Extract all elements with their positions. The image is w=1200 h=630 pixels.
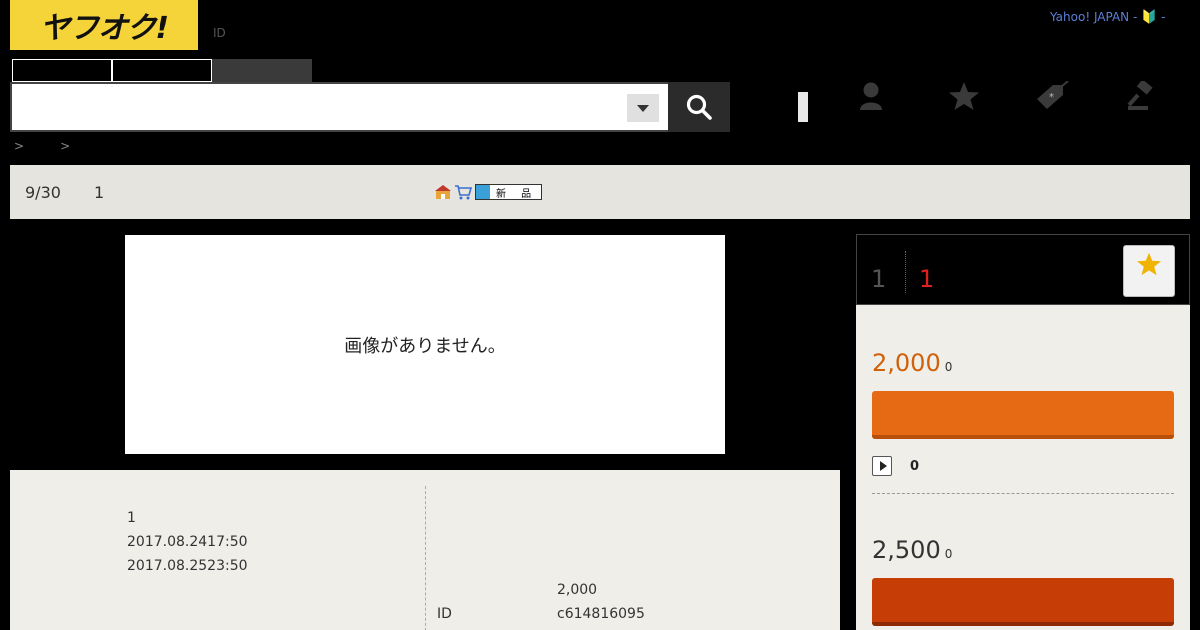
search-tab-3[interactable] [212, 59, 312, 82]
breadcrumb-separator: > [14, 139, 25, 153]
yahoo-japan-link[interactable]: Yahoo! JAPAN - 🔰 - [1050, 10, 1165, 25]
beginner-mark-icon: 🔰 [1141, 10, 1158, 25]
bid-panel-header: 1 1 [856, 234, 1190, 305]
search-tab-2[interactable] [112, 59, 212, 82]
buyout-price-value: 2,500 [872, 536, 941, 564]
search-tabs [12, 59, 312, 82]
search-button[interactable] [668, 82, 730, 132]
shop-icon [435, 185, 451, 199]
no-image-text: 画像がありません。 [344, 335, 506, 357]
detail-end-time: 2017.08.2523:50 [127, 558, 248, 574]
new-badge-label: 新 品 [496, 188, 538, 200]
detail-column-divider [425, 486, 426, 630]
search-tab-1[interactable] [12, 59, 112, 82]
detail-auction-id: c614816095 [557, 606, 645, 622]
search-input[interactable] [12, 84, 622, 130]
star-icon [949, 82, 979, 110]
watch-count: 0 [910, 458, 920, 474]
watch-button[interactable] [1123, 245, 1175, 297]
new-badge-icon [476, 185, 490, 199]
item-info-bar: 9/30 1 新 品 [10, 165, 1190, 219]
buyout-price-suffix: 0 [944, 547, 953, 561]
item-count: 1 [94, 183, 105, 202]
yahuoku-logo[interactable]: ヤフオク! [10, 0, 198, 50]
detail-start-time: 2017.08.2417:50 [127, 534, 248, 550]
bid-panel: 1 1 2,000 0 0 2,500 0 [856, 234, 1190, 630]
detail-id-label: ID [437, 606, 452, 622]
yahoo-japan-label[interactable]: Yahoo! JAPAN - [1050, 10, 1137, 24]
gavel-icon [1127, 81, 1153, 110]
item-image-placeholder: 画像がありません。 [125, 235, 725, 454]
end-date: 9/30 [25, 183, 61, 202]
id-label: ID [213, 26, 226, 40]
my-auction-button[interactable] [853, 78, 889, 114]
header-divider-dotted [905, 251, 906, 293]
search-icon [686, 94, 712, 120]
search-box [10, 82, 670, 132]
detail-quantity: 1 [127, 510, 136, 526]
current-price: 2,000 0 [872, 349, 952, 377]
detail-start-price: 2,000 [557, 582, 598, 598]
sell-button[interactable] [1124, 78, 1160, 114]
tag-icon: * [1037, 81, 1069, 109]
svg-text:*: * [1049, 92, 1054, 103]
watch-star-icon [1137, 252, 1161, 276]
item-badges: 新 品 [435, 184, 543, 200]
category-dropdown[interactable] [627, 94, 659, 122]
time-left: 1 [919, 265, 935, 293]
user-icon [860, 82, 882, 110]
cart-icon [455, 185, 472, 200]
item-detail-table: 1 2017.08.2417:50 2017.08.2523:50 2,000 … [10, 470, 840, 630]
yahoo-suffix: - [1161, 10, 1166, 24]
watch-list-button[interactable] [946, 78, 982, 114]
breadcrumb: > > [14, 139, 70, 153]
play-icon[interactable] [872, 456, 892, 476]
bid-count: 1 [871, 265, 887, 293]
current-price-suffix: 0 [944, 360, 953, 374]
header-divider [798, 92, 808, 122]
coupon-button[interactable]: * [1034, 78, 1070, 114]
buyout-button[interactable] [872, 578, 1174, 626]
bid-button[interactable] [872, 391, 1174, 439]
new-item-badge: 新 品 [475, 184, 543, 200]
buyout-price: 2,500 0 [872, 536, 952, 564]
breadcrumb-separator: > [60, 139, 71, 153]
current-price-value: 2,000 [872, 349, 941, 377]
watch-count-row: 0 [872, 456, 919, 476]
panel-separator [872, 493, 1174, 494]
